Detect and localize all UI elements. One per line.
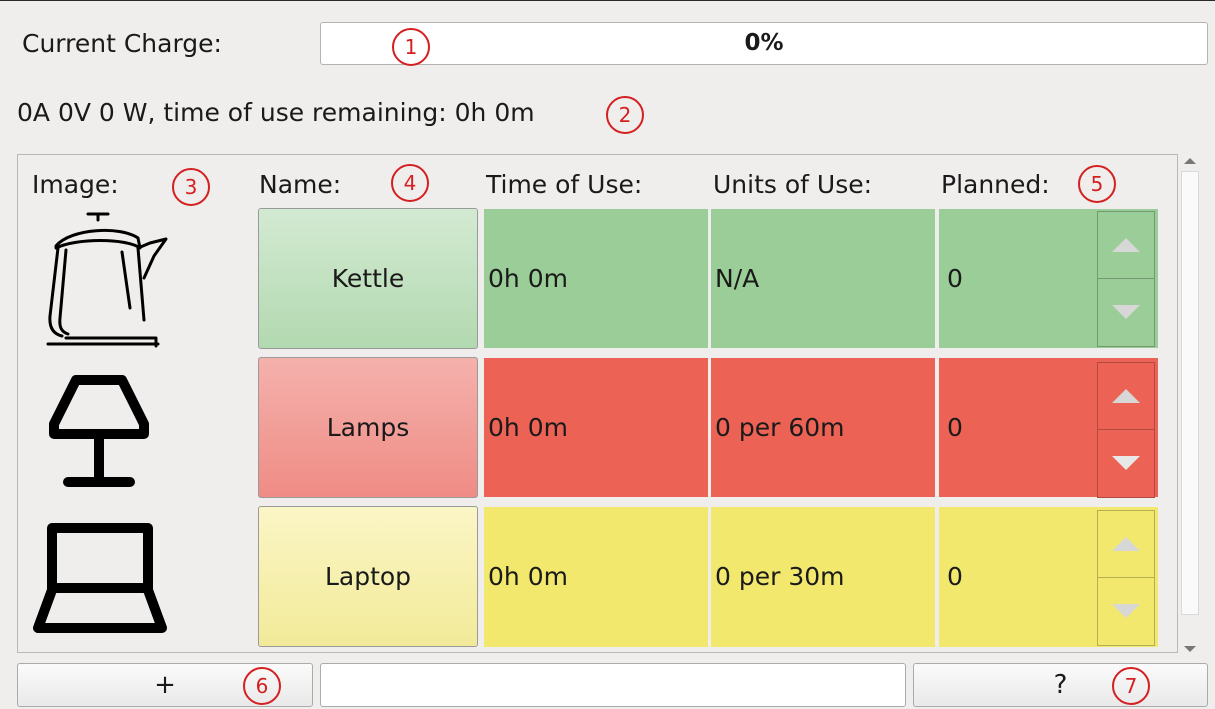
callout-2: 2 — [606, 96, 644, 134]
planned-stepper[interactable] — [1097, 362, 1155, 498]
decrement-button[interactable] — [1098, 578, 1154, 645]
planned-value[interactable]: 0 — [947, 413, 963, 443]
scroll-down-icon[interactable] — [1184, 646, 1196, 652]
callout-1: 1 — [392, 28, 430, 66]
planned-value[interactable]: 0 — [947, 264, 963, 294]
units-of-use-cell: 0 per 60m — [711, 358, 935, 497]
appliance-name-label: Lamps — [326, 413, 410, 442]
appliance-name-button-lamps[interactable]: Lamps — [258, 357, 478, 498]
planned-stepper[interactable] — [1097, 510, 1155, 646]
time-of-use-value: 0h 0m — [488, 562, 568, 591]
time-of-use-cell: 0h 0m — [484, 507, 708, 647]
column-header-planned: Planned: — [941, 170, 1050, 199]
increment-button[interactable] — [1098, 511, 1154, 578]
top-border — [0, 0, 1215, 1]
units-of-use-value: 0 per 30m — [715, 562, 845, 591]
scrollbar-thumb[interactable] — [1181, 171, 1199, 615]
column-header-time-of-use: Time of Use: — [486, 170, 643, 199]
appliance-name-button-kettle[interactable]: Kettle — [258, 208, 478, 349]
callout-7: 7 — [1112, 667, 1150, 705]
units-of-use-value: 0 per 60m — [715, 412, 845, 442]
column-header-image: Image: — [32, 170, 119, 199]
arrow-up-icon — [1112, 537, 1140, 551]
arrow-down-icon — [1112, 604, 1140, 618]
arrow-down-icon — [1112, 305, 1140, 319]
callout-5: 5 — [1078, 165, 1116, 203]
callout-6: 6 — [243, 667, 281, 705]
callout-4: 4 — [391, 164, 429, 202]
time-of-use-cell: 0h 0m — [484, 358, 708, 497]
laptop-icon — [30, 518, 170, 638]
time-of-use-cell: 0h 0m — [484, 209, 708, 348]
appliance-name-label: Laptop — [324, 562, 412, 591]
column-header-name: Name: — [259, 170, 342, 199]
column-header-units-of-use: Units of Use: — [713, 170, 873, 199]
time-of-use-value: 0h 0m — [488, 412, 568, 442]
add-button-label: + — [154, 670, 176, 700]
arrow-up-icon — [1112, 389, 1140, 403]
charge-progress-text: 0% — [744, 30, 784, 56]
arrow-down-icon — [1112, 456, 1140, 470]
help-button-label: ? — [1053, 670, 1068, 700]
increment-button[interactable] — [1098, 212, 1154, 279]
current-charge-label: Current Charge: — [22, 29, 222, 58]
planned-stepper[interactable] — [1097, 211, 1155, 347]
decrement-button[interactable] — [1098, 430, 1154, 497]
time-of-use-value: 0h 0m — [488, 263, 568, 293]
increment-button[interactable] — [1098, 363, 1154, 430]
units-of-use-value: N/A — [715, 263, 760, 293]
units-of-use-cell: 0 per 30m — [711, 507, 935, 647]
appliance-name-label: Kettle — [331, 264, 405, 293]
help-button[interactable]: ? — [913, 663, 1208, 707]
charge-progress-bar: 0% — [320, 22, 1208, 65]
decrement-button[interactable] — [1098, 279, 1154, 346]
power-status-text: 0A 0V 0 W, time of use remaining: 0h 0m — [17, 98, 535, 127]
callout-3: 3 — [172, 168, 210, 206]
kettle-icon — [26, 208, 168, 350]
lamp-icon — [44, 368, 154, 492]
scroll-up-icon[interactable] — [1184, 158, 1196, 164]
planned-value[interactable]: 0 — [947, 562, 963, 592]
vertical-scrollbar[interactable] — [1178, 154, 1202, 658]
arrow-up-icon — [1112, 238, 1140, 252]
text-input-field[interactable] — [320, 663, 906, 707]
units-of-use-cell: N/A — [711, 209, 935, 348]
appliance-name-button-laptop[interactable]: Laptop — [258, 506, 478, 647]
